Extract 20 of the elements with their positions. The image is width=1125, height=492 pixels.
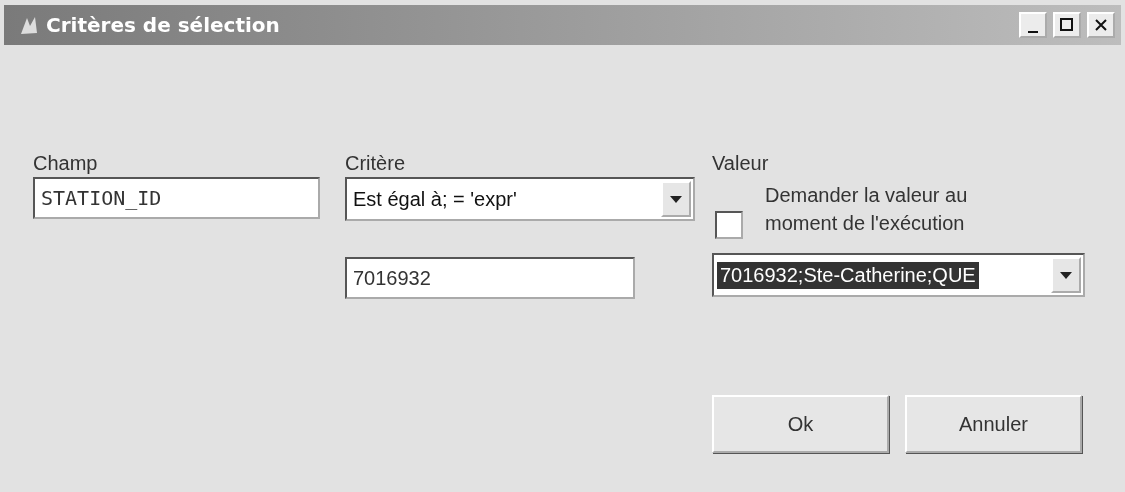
value-dropdown[interactable]: 7016932;Ste-Catherine;QUE xyxy=(712,253,1085,297)
value-label: Valeur xyxy=(712,151,770,176)
checkbox[interactable] xyxy=(715,211,743,239)
checkbox-label: Demander la valeur au moment de l'exécution xyxy=(765,183,969,236)
minimize-icon xyxy=(1028,31,1038,33)
caret-icon xyxy=(670,195,682,203)
window-title: Critères de sélection xyxy=(46,13,281,37)
expression-input[interactable]: 7016932 xyxy=(345,257,635,299)
ok-button[interactable]: Ok xyxy=(712,395,889,453)
field-label: Champ xyxy=(33,151,99,176)
close-button[interactable] xyxy=(1087,12,1115,38)
maximize-button[interactable] xyxy=(1053,12,1081,38)
minimize-button[interactable] xyxy=(1019,12,1047,38)
maximize-icon xyxy=(1060,18,1074,32)
field-input[interactable]: STATION_ID xyxy=(33,177,320,219)
criterion-dropdown[interactable]: Est égal à; = 'expr' xyxy=(345,177,695,221)
caret-icon xyxy=(1060,271,1072,279)
close-icon xyxy=(1095,19,1107,31)
criterion-label: Critère xyxy=(345,151,406,176)
cancel-button[interactable]: Annuler xyxy=(905,395,1082,453)
